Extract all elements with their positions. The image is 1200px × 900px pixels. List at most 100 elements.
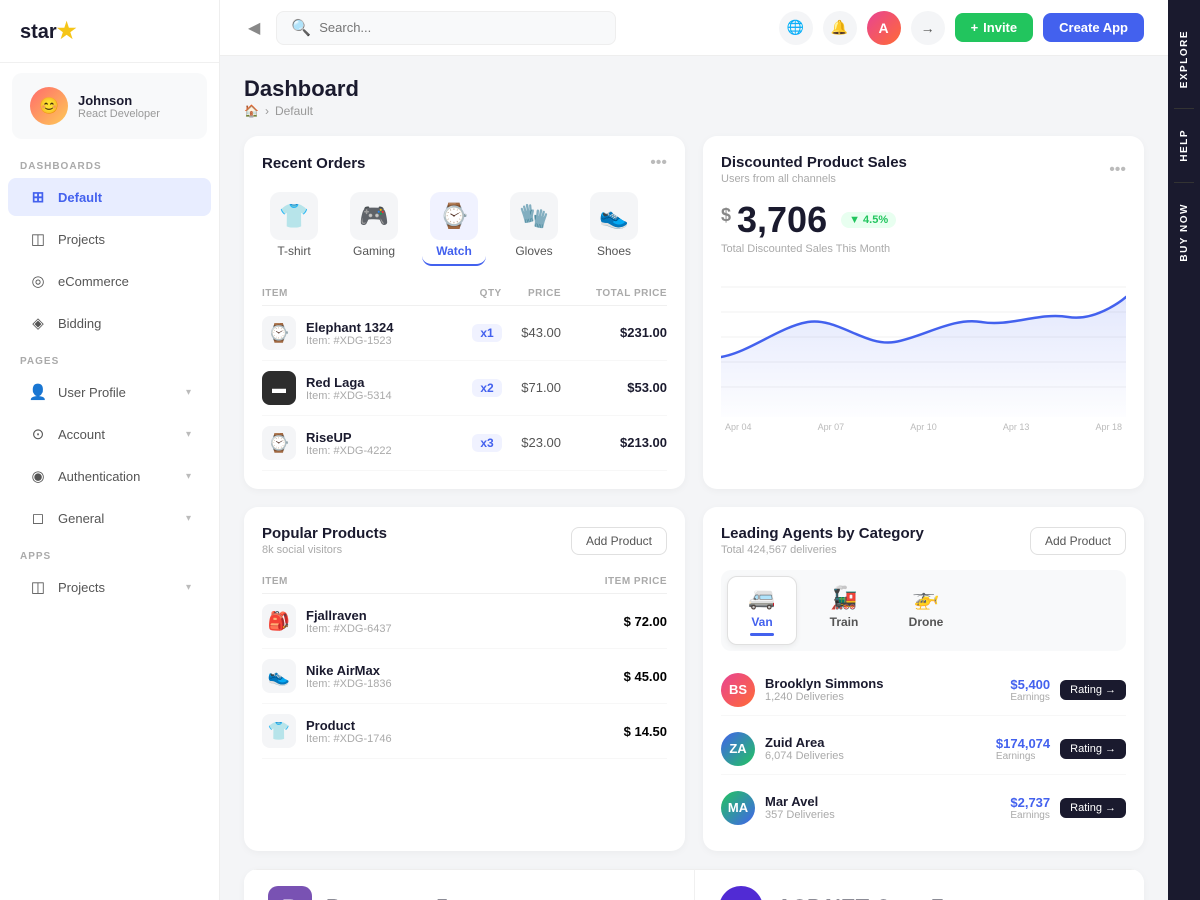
add-product-agents-button[interactable]: Add Product: [1030, 527, 1126, 555]
tab-train-label: Train: [830, 615, 859, 629]
help-label[interactable]: Help: [1179, 119, 1190, 172]
earnings-label: Earnings: [996, 751, 1050, 762]
apps-section-label: APPS: [0, 539, 219, 566]
table-row: ▬ Red Laga Item: #XDG-5314 x2 $71.00 $53…: [262, 361, 667, 416]
product-icon: 🎒: [262, 604, 296, 638]
invite-label: Invite: [983, 20, 1017, 35]
notification-icon-button[interactable]: 🔔: [823, 11, 857, 45]
create-app-button[interactable]: Create App: [1043, 13, 1144, 42]
price-val: $71.00: [521, 380, 561, 395]
invite-button[interactable]: + Invite: [955, 13, 1034, 42]
agent-name: Zuid Area: [765, 735, 844, 750]
item-id: Item: #XDG-1523: [306, 335, 393, 347]
rating-button[interactable]: Rating →: [1060, 798, 1126, 818]
sidebar-item-authentication[interactable]: ◉ Authentication ▾: [8, 457, 211, 495]
ecommerce-icon: ◎: [28, 272, 48, 290]
agent-avatar: BS: [721, 673, 755, 707]
agent-earnings-block: $2,737 Earnings: [1010, 795, 1050, 821]
sidebar-item-projects-apps[interactable]: ◫ Projects ▾: [8, 568, 211, 606]
avatar: 😊: [30, 87, 68, 125]
buy-now-label[interactable]: Buy now: [1179, 193, 1190, 272]
col-item-price: ITEM PRICE: [536, 570, 667, 594]
tab-tshirt[interactable]: 👕 T-shirt: [262, 186, 326, 266]
product-name: Nike AirMax: [306, 663, 392, 678]
product-price: $ 45.00: [536, 649, 667, 704]
tab-drone[interactable]: 🚁 Drone: [891, 576, 961, 645]
plus-icon: +: [971, 20, 979, 35]
sidebar-item-projects-dash[interactable]: ◫ Projects: [8, 220, 211, 258]
breadcrumb-sep: ›: [265, 104, 269, 118]
popular-products-title: Popular Products: [262, 525, 387, 542]
tab-train[interactable]: 🚂 Train: [809, 576, 879, 645]
user-profile-card[interactable]: 😊 Johnson React Developer: [12, 73, 207, 139]
bidding-icon: ◈: [28, 314, 48, 332]
agent-earnings-block: $174,074 Earnings: [996, 736, 1050, 762]
sidebar-item-ecommerce[interactable]: ◎ eCommerce: [8, 262, 211, 300]
list-item: BS Brooklyn Simmons 1,240 Deliveries $5,…: [721, 665, 1126, 716]
tab-shoes[interactable]: 👟 Shoes: [582, 186, 646, 266]
item-watch-icon: ▬: [262, 371, 296, 405]
item-watch-icon: ⌚: [262, 316, 296, 350]
tab-gloves[interactable]: 🧤 Gloves: [502, 186, 566, 266]
search-bar[interactable]: 🔍: [276, 11, 616, 45]
sidebar-item-general[interactable]: ◻ General ▾: [8, 499, 211, 537]
item-cell: ⌚ Elephant 1324 Item: #XDG-1523: [262, 316, 458, 350]
sidebar-item-label: Account: [58, 427, 105, 442]
add-product-button[interactable]: Add Product: [571, 527, 667, 555]
agent-name: Mar Avel: [765, 794, 835, 809]
arrow-right-icon-button[interactable]: →: [911, 11, 945, 45]
product-icon: 👟: [262, 659, 296, 693]
agent-earnings-block: $5,400 Earnings: [1010, 677, 1050, 703]
explore-label[interactable]: Explore: [1179, 20, 1190, 98]
agent-deliveries: 6,074 Deliveries: [765, 750, 844, 762]
product-id: Item: #XDG-1746: [306, 733, 392, 745]
currency-symbol: $: [721, 205, 731, 226]
agent-tabs: 🚐 Van 🚂 Train 🚁 Drone: [721, 570, 1126, 651]
col-price: PRICE: [502, 282, 561, 306]
aspnet-icon: Core: [719, 886, 763, 900]
search-input[interactable]: [319, 20, 601, 35]
agent-name: Brooklyn Simmons: [765, 676, 883, 691]
col-item: ITEM: [262, 570, 536, 594]
sidebar-item-account[interactable]: ⊙ Account ▾: [8, 415, 211, 453]
search-icon: 🔍: [291, 18, 311, 38]
agent-avatar: MA: [721, 791, 755, 825]
item-cell: ▬ Red Laga Item: #XDG-5314: [262, 371, 458, 405]
dashboards-section-label: DASHBOARDS: [0, 149, 219, 176]
train-icon: 🚂: [830, 585, 857, 611]
user-icon: 👤: [28, 383, 48, 401]
sidebar-item-bidding[interactable]: ◈ Bidding: [8, 304, 211, 342]
sidebar-item-label: Authentication: [58, 469, 140, 484]
tab-van-label: Van: [751, 615, 772, 629]
col-total: TOTAL PRICE: [561, 282, 667, 306]
tab-underline: [832, 633, 856, 636]
tab-gaming[interactable]: 🎮 Gaming: [342, 186, 406, 266]
x-label: Apr 13: [1003, 422, 1030, 432]
popular-products-card: Popular Products 8k social visitors Add …: [244, 507, 685, 851]
leading-agents-subtitle: Total 424,567 deliveries: [721, 544, 924, 556]
sidebar-item-user-profile[interactable]: 👤 User Profile ▾: [8, 373, 211, 411]
tab-van[interactable]: 🚐 Van: [727, 576, 797, 645]
card-menu-icon[interactable]: •••: [650, 154, 667, 172]
sidebar-collapse-button[interactable]: ◀: [244, 14, 264, 42]
chevron-down-icon: ▾: [186, 513, 191, 524]
card-menu-icon[interactable]: •••: [1109, 161, 1126, 179]
rating-button[interactable]: Rating →: [1060, 680, 1126, 700]
globe-icon-button[interactable]: 🌐: [779, 11, 813, 45]
product-price: $ 14.50: [536, 704, 667, 759]
qty-badge: x3: [472, 434, 501, 452]
sidebar-item-default[interactable]: ⊞ Default: [8, 178, 211, 216]
breadcrumb-current: Default: [275, 104, 313, 118]
sidebar-item-label: Default: [58, 190, 102, 205]
strip-divider: [1174, 108, 1194, 109]
growth-badge: ▼ 4.5%: [841, 212, 896, 228]
header-right: 🌐 🔔 A → + Invite Create App: [779, 11, 1144, 45]
header-avatar[interactable]: A: [867, 11, 901, 45]
popular-products-header: Popular Products 8k social visitors Add …: [262, 525, 667, 556]
x-label: Apr 18: [1095, 422, 1122, 432]
tab-watch[interactable]: ⌚ Watch: [422, 186, 486, 266]
rating-button[interactable]: Rating →: [1060, 739, 1126, 759]
table-row: 👕 Product Item: #XDG-1746 $ 14.50: [262, 704, 667, 759]
sidebar-item-label: General: [58, 511, 104, 526]
user-role: React Developer: [78, 108, 160, 120]
